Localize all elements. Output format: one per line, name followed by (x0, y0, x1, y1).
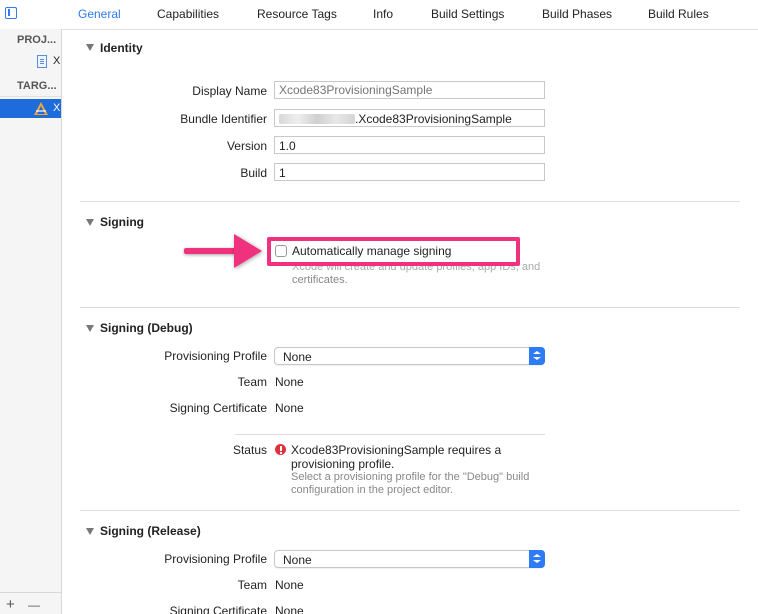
bundle-identifier-label: Bundle Identifier (180, 112, 267, 126)
debug-team-label: Team (237, 375, 267, 389)
project-file-icon (37, 55, 47, 68)
version-label: Version (226, 139, 267, 153)
status-message-line1: Xcode83ProvisioningSample requires a (291, 443, 502, 457)
section-divider (80, 510, 740, 511)
release-certificate-value: None (275, 604, 304, 614)
redacted-prefix (279, 114, 355, 124)
build-field[interactable]: 1 (274, 163, 545, 181)
status-message-line2: provisioning profile. (291, 457, 395, 471)
debug-certificate-value: None (275, 401, 304, 415)
debug-status-label: Status (232, 443, 267, 457)
display-name-label: Display Name (192, 84, 267, 98)
tab-general[interactable]: General (78, 7, 121, 21)
editor-tab-bar: General Capabilities Resource Tags Info … (0, 0, 758, 30)
identity-disclosure-icon[interactable] (86, 44, 94, 51)
annotation-highlight-box (267, 237, 520, 266)
targets-section-header: TARG... (17, 80, 57, 92)
signing-release-section-title: Signing (Release) (100, 524, 201, 538)
debug-profile-select[interactable]: None (274, 347, 545, 365)
debug-team-value: None (275, 375, 304, 389)
popup-stepper-icon (529, 550, 545, 568)
app-target-icon (34, 102, 48, 115)
debug-profile-label: Provisioning Profile (164, 349, 267, 363)
popup-stepper-icon (529, 347, 545, 365)
bundle-identifier-field[interactable]: .Xcode83ProvisioningSample (274, 109, 545, 127)
release-profile-value: None (283, 553, 312, 567)
section-divider (80, 307, 740, 308)
tab-resource-tags[interactable]: Resource Tags (257, 7, 337, 21)
tab-build-rules[interactable]: Build Rules (648, 7, 709, 21)
annotation-arrow-shaft (184, 248, 240, 254)
sidebar-bottom-bar: + — (0, 592, 61, 614)
project-target-sidebar: PROJ... X TARG... X + — (0, 29, 62, 614)
section-divider (80, 201, 740, 202)
project-item-label: X (53, 55, 61, 67)
tab-build-settings[interactable]: Build Settings (431, 7, 504, 21)
remove-target-button[interactable]: — (28, 598, 40, 612)
release-team-label: Team (237, 578, 267, 592)
add-target-button[interactable]: + (6, 596, 15, 613)
release-certificate-label: Signing Certificate (169, 604, 267, 614)
build-label: Build (240, 166, 267, 180)
signing-debug-section-title: Signing (Debug) (100, 321, 193, 335)
debug-profile-value: None (283, 350, 312, 364)
bundle-identifier-value: .Xcode83ProvisioningSample (355, 112, 512, 126)
debug-status-message: Xcode83ProvisioningSample requires a pro… (291, 443, 501, 471)
sidebar-toggle-icon[interactable] (5, 7, 17, 19)
release-profile-label: Provisioning Profile (164, 552, 267, 566)
annotation-arrow-icon (234, 234, 262, 268)
signing-disclosure-icon[interactable] (86, 219, 94, 226)
version-field[interactable]: 1.0 (274, 136, 545, 154)
sidebar-divider (0, 96, 61, 97)
project-section-header: PROJ... (17, 34, 57, 46)
auto-signing-help-line2: certificates. (292, 274, 348, 286)
target-item-label: X (53, 102, 61, 114)
general-settings-editor: Identity Display Name Bundle Identifier … (62, 29, 758, 614)
tab-capabilities[interactable]: Capabilities (157, 7, 219, 21)
release-profile-select[interactable]: None (274, 550, 545, 568)
identity-section-title: Identity (100, 41, 143, 55)
target-item[interactable]: X (0, 99, 61, 118)
tab-info[interactable]: Info (373, 7, 393, 21)
status-divider (235, 434, 545, 435)
debug-status-help: Select a provisioning profile for the "D… (291, 471, 529, 497)
tab-build-phases[interactable]: Build Phases (542, 7, 612, 21)
error-icon (275, 444, 286, 455)
signing-section-title: Signing (100, 215, 144, 229)
debug-certificate-label: Signing Certificate (169, 401, 267, 415)
release-team-value: None (275, 578, 304, 592)
signing-release-disclosure-icon[interactable] (86, 528, 94, 535)
status-help-line1: Select a provisioning profile for the "D… (291, 471, 530, 483)
status-help-line2: configuration in the project editor. (291, 484, 454, 496)
signing-debug-disclosure-icon[interactable] (86, 325, 94, 332)
project-item[interactable]: X (0, 52, 61, 71)
display-name-field[interactable] (274, 81, 545, 99)
